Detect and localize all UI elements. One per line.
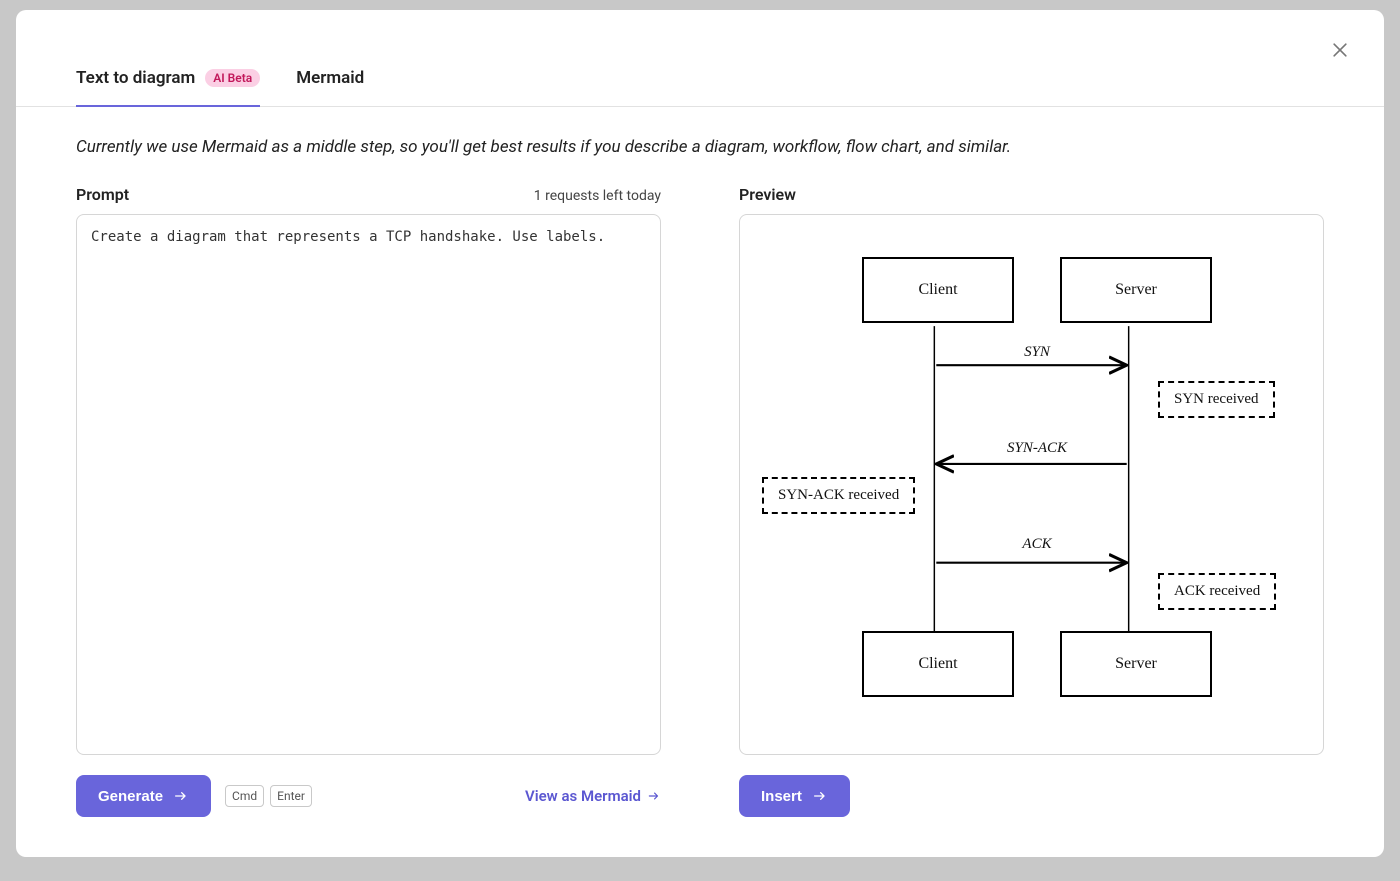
note-syn-ack-received: SYN-ACK received <box>762 477 915 514</box>
generate-button[interactable]: Generate <box>76 775 211 817</box>
preview-column: Preview <box>739 185 1324 857</box>
prompt-label: Prompt <box>76 185 129 204</box>
ai-beta-badge: AI Beta <box>205 69 260 87</box>
keyboard-shortcut: Cmd Enter <box>225 785 312 807</box>
diagram-canvas: Client Server SYN SYN received SYN-ACK S… <box>740 215 1323 754</box>
requests-left: 1 requests left today <box>534 188 661 204</box>
link-label: View as Mermaid <box>525 787 641 805</box>
preview-header: Preview <box>739 185 1324 204</box>
prompt-header: Prompt 1 requests left today <box>76 185 661 204</box>
tab-label: Mermaid <box>296 68 364 88</box>
view-as-mermaid-link[interactable]: View as Mermaid <box>525 787 661 805</box>
close-button[interactable] <box>1326 36 1354 64</box>
note-syn-received: SYN received <box>1158 381 1275 418</box>
button-label: Insert <box>761 788 802 805</box>
kbd-key: Cmd <box>225 785 264 807</box>
message-syn-ack: SYN-ACK <box>1003 440 1071 457</box>
preview-label: Preview <box>739 185 796 204</box>
text-to-diagram-modal: Text to diagram AI Beta Mermaid Currentl… <box>16 10 1384 857</box>
prompt-column: Prompt 1 requests left today Generate Cm… <box>76 185 661 857</box>
note-ack-received: ACK received <box>1158 573 1276 610</box>
tab-mermaid[interactable]: Mermaid <box>296 68 364 106</box>
hint-text: Currently we use Mermaid as a middle ste… <box>76 137 1324 157</box>
message-syn: SYN <box>1020 344 1054 361</box>
arrow-right-icon <box>647 789 661 803</box>
prompt-textarea[interactable] <box>76 214 661 755</box>
modal-body: Currently we use Mermaid as a middle ste… <box>16 107 1384 857</box>
close-icon <box>1330 40 1350 60</box>
insert-button[interactable]: Insert <box>739 775 850 817</box>
tabs: Text to diagram AI Beta Mermaid <box>16 10 1384 107</box>
arrow-right-icon <box>173 788 189 804</box>
node-client-bottom: Client <box>862 631 1014 697</box>
button-label: Generate <box>98 788 163 805</box>
tab-text-to-diagram[interactable]: Text to diagram AI Beta <box>76 68 260 106</box>
preview-box: Client Server SYN SYN received SYN-ACK S… <box>739 214 1324 755</box>
tab-label: Text to diagram <box>76 68 195 88</box>
kbd-key: Enter <box>270 785 312 807</box>
message-ack: ACK <box>1018 536 1055 553</box>
arrow-right-icon <box>812 788 828 804</box>
node-server-top: Server <box>1060 257 1212 323</box>
prompt-footer: Generate Cmd Enter View as Mermaid <box>76 755 661 857</box>
columns: Prompt 1 requests left today Generate Cm… <box>76 185 1324 857</box>
preview-footer: Insert <box>739 755 1324 857</box>
node-server-bottom: Server <box>1060 631 1212 697</box>
node-client-top: Client <box>862 257 1014 323</box>
